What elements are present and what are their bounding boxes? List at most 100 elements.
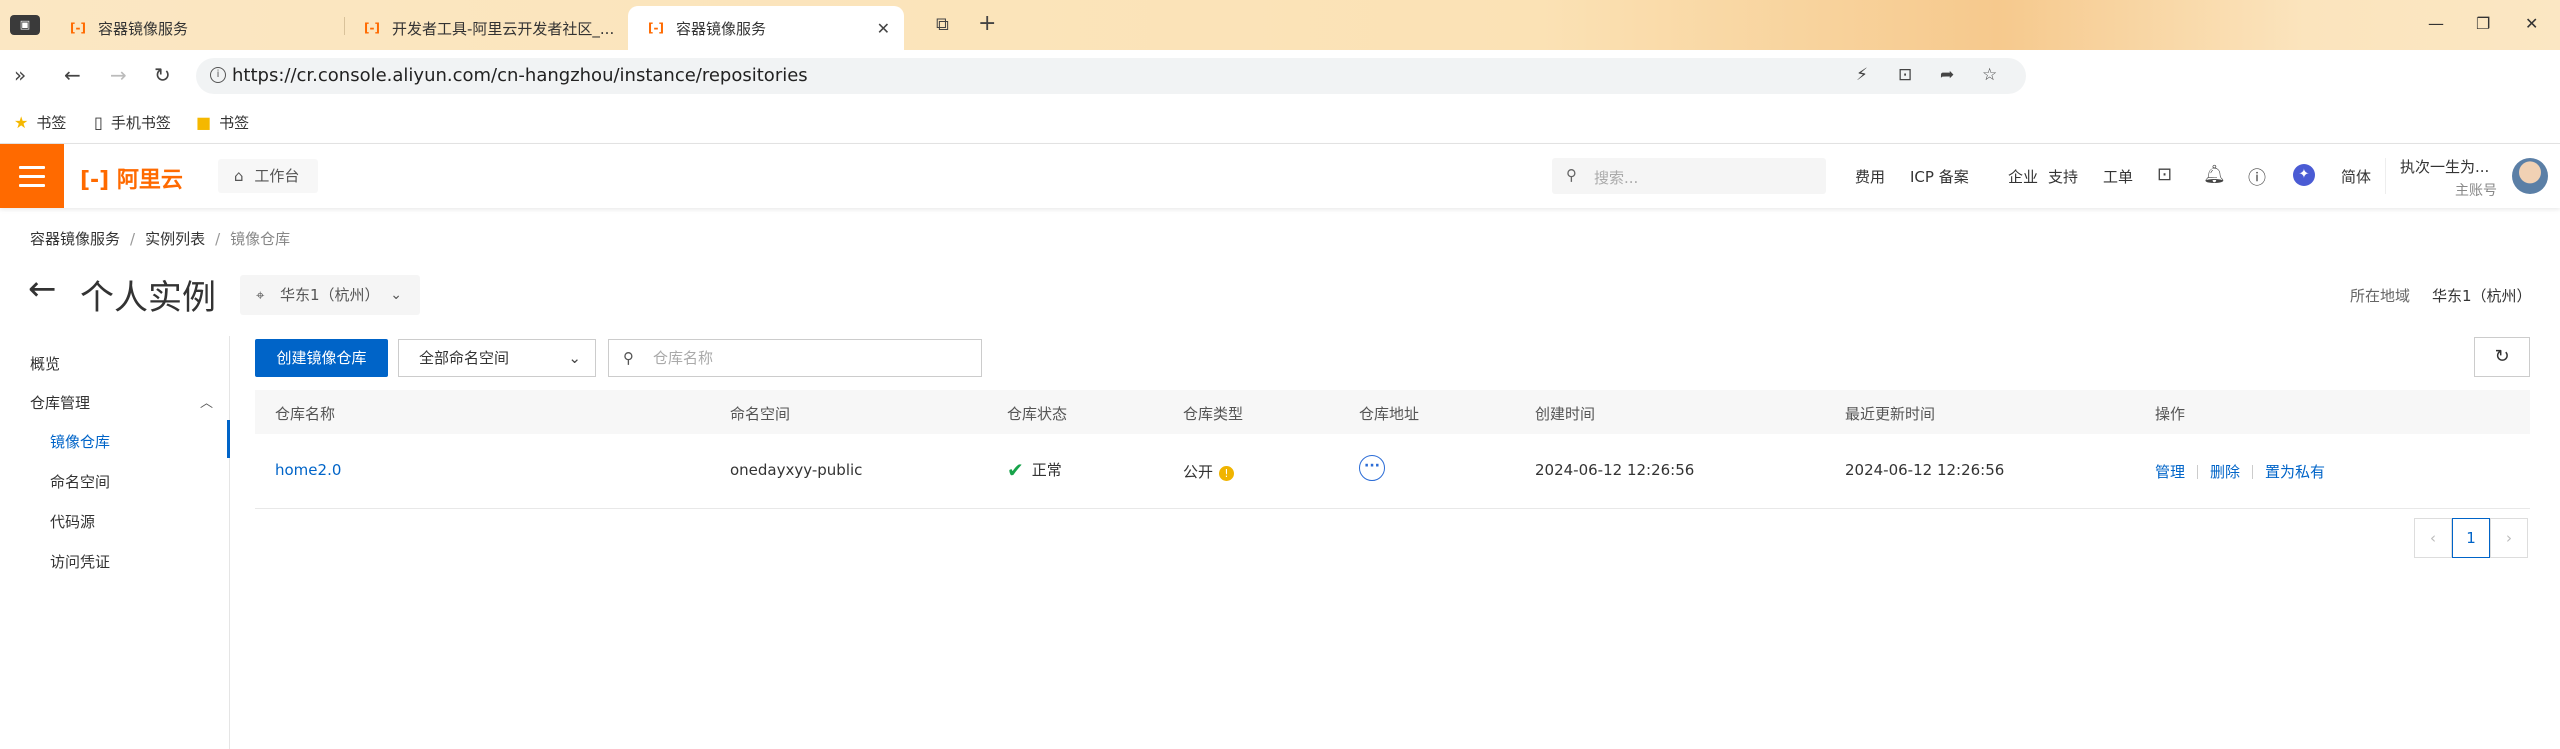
region-select[interactable]: ⌖ 华东1（杭州） ⌄ [240, 275, 420, 315]
sidebar-item-namespaces[interactable]: 命名空间 [50, 471, 110, 492]
sidebar: 概览 仓库管理 ︿ 镜像仓库 命名空间 代码源 访问凭证 [0, 336, 230, 749]
sidebar-active-indicator [227, 420, 230, 458]
chevron-down-icon: ⌄ [568, 349, 581, 367]
breadcrumb-item[interactable]: 实例列表 [145, 230, 205, 248]
region-value: 华东1（杭州） [2432, 287, 2532, 305]
manage-link[interactable]: 管理 [2155, 463, 2185, 481]
browser-tab-2[interactable]: [-] 开发者工具-阿里云开发者社区_... [344, 6, 626, 50]
chevron-right-icon: › [2506, 529, 2512, 547]
assistant-icon[interactable]: ✦ [2293, 164, 2315, 186]
chevron-down-icon: ⌄ [390, 287, 402, 303]
namespace-cell: onedayxyy-public [730, 461, 863, 479]
address-bar-row: » ← → ↻ i https://cr.console.aliyun.com/… [0, 50, 2560, 135]
breadcrumb-current: 镜像仓库 [230, 230, 291, 248]
url-text[interactable]: https://cr.console.aliyun.com/cn-hangzho… [232, 65, 808, 86]
page-title: 个人实例 [80, 278, 216, 318]
chevron-up-icon[interactable]: ︿ [200, 392, 213, 411]
site-info-icon[interactable]: i [210, 67, 226, 83]
namespace-select[interactable]: 全部命名空间 ⌄ [398, 339, 596, 377]
reload-icon[interactable]: ↻ [154, 63, 171, 87]
region-label: 所在地域 [2350, 287, 2411, 305]
breadcrumb-item[interactable]: 容器镜像服务 [30, 230, 120, 248]
avatar[interactable] [2512, 158, 2548, 194]
refresh-icon: ↻ [2494, 346, 2510, 367]
repo-name-link[interactable]: home2.0 [275, 461, 341, 479]
create-repo-button[interactable]: 创建镜像仓库 [255, 339, 388, 377]
share-icon[interactable]: ➦ [1940, 65, 1954, 85]
search-icon: ⚲ [623, 349, 634, 367]
translate-icon[interactable]: ⊡ [1898, 65, 1912, 85]
repo-search-input[interactable] [653, 347, 953, 369]
warning-icon[interactable]: ! [1219, 466, 1235, 481]
bookmark-item[interactable]: ▯ 手机书签 [94, 112, 171, 133]
type-cell: 公开! [1183, 461, 1235, 482]
sidebar-item-code-sources[interactable]: 代码源 [50, 511, 95, 532]
bookmark-folder[interactable]: ■ 书签 [196, 112, 249, 133]
repo-search: ⚲ [608, 339, 982, 377]
minimize-icon[interactable]: — [2428, 14, 2444, 33]
workspace-icon[interactable]: ▣ [10, 15, 40, 35]
back-icon[interactable]: ← [64, 63, 81, 87]
language-switch[interactable]: 简体 [2341, 166, 2371, 187]
bookmark-star-icon[interactable]: ☆ [1982, 65, 1997, 85]
column-header: 操作 [2155, 405, 2186, 423]
sidebar-item-overview[interactable]: 概览 [30, 353, 60, 374]
console-search[interactable]: ⚲ 搜索... [1552, 158, 1826, 194]
aliyun-logo-mark-icon: [-] [80, 168, 110, 193]
refresh-button[interactable]: ↻ [2474, 337, 2530, 377]
address-bar[interactable]: i https://cr.console.aliyun.com/cn-hangz… [196, 58, 2026, 94]
help-icon[interactable]: ⓘ [2248, 164, 2266, 190]
restore-icon[interactable]: ❐ [2476, 14, 2490, 33]
browser-tab-3[interactable]: [-] 容器镜像服务 ✕ [628, 6, 904, 50]
column-header: 最近更新时间 [1845, 405, 1936, 423]
new-tab-icon[interactable]: + [978, 11, 996, 36]
check-icon: ✔ [1007, 458, 1024, 482]
menu-icon[interactable] [0, 144, 64, 208]
aliyun-favicon-icon: [-] [648, 21, 664, 35]
more-icon[interactable]: ··· [1359, 455, 1385, 481]
star-icon: ★ [14, 113, 29, 132]
forward-icon[interactable]: → [110, 63, 127, 87]
nav-tickets[interactable]: 工单 [2103, 166, 2133, 187]
column-header: 命名空间 [730, 405, 791, 423]
folder-icon: ■ [196, 113, 212, 132]
sidebar-group-repo-management[interactable]: 仓库管理 [30, 392, 90, 413]
page-number[interactable]: 1 [2452, 518, 2490, 558]
bookmarks-bar: ★ 书签 ▯ 手机书签 ■ 书签 [0, 100, 2560, 144]
location-pin-icon: ⌖ [256, 286, 265, 304]
workbench-button[interactable]: ⌂ 工作台 [218, 159, 318, 193]
table-header: 仓库名称 命名空间 仓库状态 仓库类型 仓库地址 创建时间 最近更新时间 操作 [255, 390, 2530, 434]
delete-link[interactable]: 删除 [2210, 463, 2240, 481]
bell-icon[interactable]: 🔔︎ [2203, 164, 2226, 185]
prev-page-button[interactable]: ‹ [2414, 518, 2452, 558]
column-header: 创建时间 [1535, 405, 1596, 423]
browser-tab-1[interactable]: [-] 容器镜像服务 [50, 6, 340, 50]
close-icon[interactable]: ✕ [877, 19, 890, 38]
user-name[interactable]: 执次一生为... [2400, 156, 2489, 177]
column-header: 仓库状态 [1007, 405, 1068, 423]
account-type: 主账号 [2455, 183, 2497, 199]
nav-icp[interactable]: ICP 备案 [1910, 166, 1969, 187]
bookmark-item[interactable]: ★ 书签 [14, 112, 66, 133]
sidebar-toggle-icon[interactable]: » [14, 63, 26, 87]
browser-tabstrip: ▣ [-] 容器镜像服务 [-] 开发者工具-阿里云开发者社区_... [-] … [0, 0, 2560, 50]
lightning-icon[interactable]: ⚡ [1856, 65, 1868, 85]
back-arrow-icon[interactable]: ← [28, 272, 57, 306]
column-header: 仓库地址 [1359, 405, 1420, 423]
column-header: 仓库类型 [1183, 405, 1244, 423]
updated-time-cell: 2024-06-12 12:26:56 [1845, 461, 2005, 479]
aliyun-logo[interactable]: [-] 阿里云 [80, 162, 183, 194]
nav-fees[interactable]: 费用 [1855, 166, 1885, 187]
sidebar-item-image-repos[interactable]: 镜像仓库 [50, 431, 110, 452]
tab-groups-icon[interactable]: ⧉ [936, 14, 949, 35]
created-time-cell: 2024-06-12 12:26:56 [1535, 461, 1695, 479]
nav-support[interactable]: 支持 [2048, 166, 2078, 187]
window-close-icon[interactable]: ✕ [2525, 14, 2538, 33]
terminal-icon[interactable]: ⊡ [2157, 164, 2172, 185]
nav-enterprise[interactable]: 企业 [2008, 166, 2038, 187]
actions-cell: 管理 删除 置为私有 [2155, 461, 2325, 482]
next-page-button[interactable]: › [2490, 518, 2528, 558]
sidebar-item-access-credentials[interactable]: 访问凭证 [50, 551, 110, 572]
set-private-link[interactable]: 置为私有 [2265, 463, 2325, 481]
table-row: home2.0 onedayxyy-public ✔ 正常 公开! ··· 202… [255, 434, 2530, 509]
